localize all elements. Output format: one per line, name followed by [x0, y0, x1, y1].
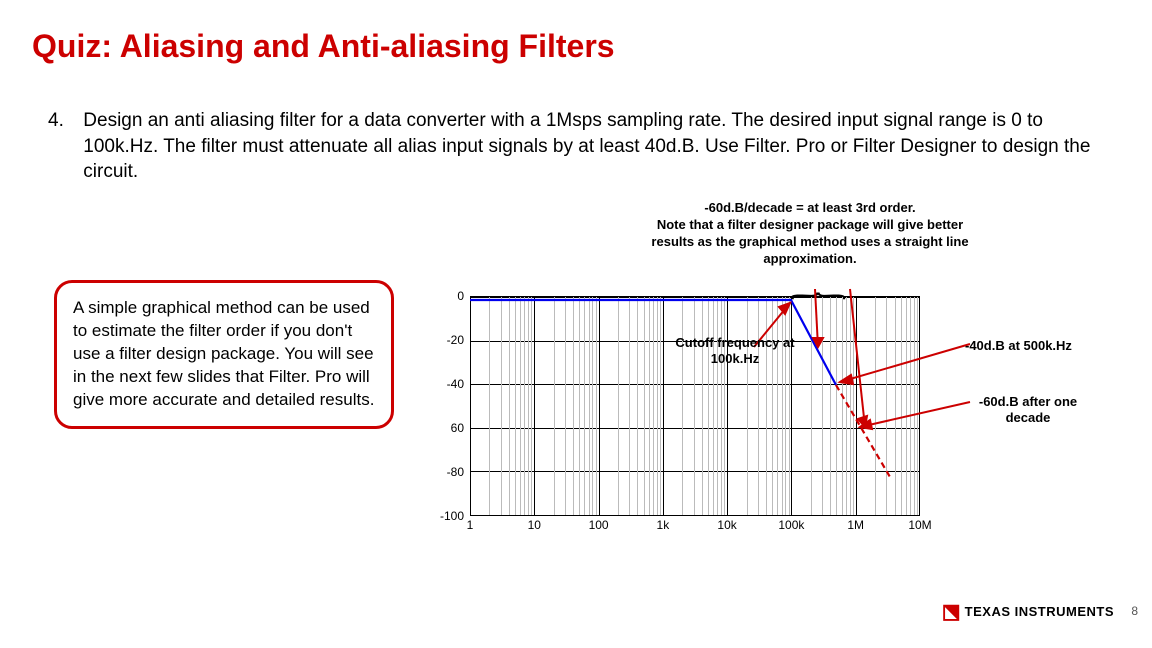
plot-area — [470, 296, 920, 516]
y-tick: -40 — [430, 377, 464, 391]
question-text: Design an anti aliasing filter for a dat… — [83, 108, 1107, 185]
x-tick: 100k — [778, 518, 804, 532]
x-tick: 10 — [528, 518, 541, 532]
y-tick: 0 — [430, 289, 464, 303]
arrow-60db — [860, 402, 970, 429]
ti-logo: ⬔ TEXAS INSTRUMENTS — [942, 599, 1114, 624]
arrow-to-slope-2 — [850, 289, 867, 427]
page-number: 8 — [1131, 604, 1138, 618]
x-tick: 100 — [589, 518, 609, 532]
y-tick: -80 — [430, 465, 464, 479]
y-tick: 60 — [430, 421, 464, 435]
question-number: 4. — [48, 108, 78, 134]
callout-box: A simple graphical method can be used to… — [54, 280, 394, 429]
annotation-40db: -40d.B at 500k.Hz — [965, 338, 1072, 353]
x-tick: 1 — [467, 518, 474, 532]
cutoff-annotation: Cutoff frequency at 100k.Hz — [670, 335, 800, 366]
bode-chart: 0 -20 -40 60 -80 -100 — [430, 296, 930, 536]
ti-chip-icon: ⬔ — [942, 599, 961, 624]
x-tick: 1M — [847, 518, 864, 532]
extrapolation-line — [836, 385, 890, 477]
x-tick: 10k — [717, 518, 736, 532]
y-tick: -100 — [430, 509, 464, 523]
x-axis: 1 10 100 1k 10k 100k 1M 10M — [470, 518, 920, 536]
y-axis: 0 -20 -40 60 -80 -100 — [430, 296, 470, 516]
ti-logo-text: TEXAS INSTRUMENTS — [965, 604, 1114, 619]
y-tick: -20 — [430, 333, 464, 347]
x-tick: 1k — [657, 518, 670, 532]
slide-title: Quiz: Aliasing and Anti-aliasing Filters — [32, 28, 615, 65]
question-block: 4. Design an anti aliasing filter for a … — [48, 108, 1112, 185]
arrow-to-slope — [813, 289, 823, 347]
annotation-60db: -60d.B after one decade — [958, 394, 1098, 425]
top-annotation: -60d.B/decade = at least 3rd order. Note… — [640, 200, 980, 268]
x-tick: 10M — [908, 518, 931, 532]
